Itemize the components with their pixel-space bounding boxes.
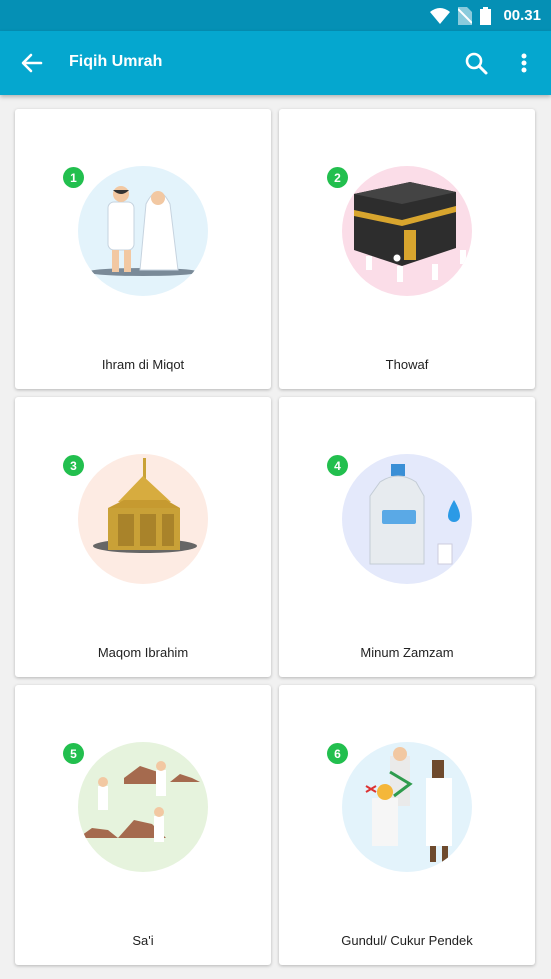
step-card-gundul[interactable]: 6 Gundul/ Cukur Pendek <box>279 685 535 965</box>
step-number-badge: 5 <box>63 743 84 764</box>
step-number-badge: 1 <box>63 167 84 188</box>
status-icons <box>430 7 491 25</box>
page-title: Fiqih Umrah <box>69 53 163 70</box>
step-number-badge: 2 <box>327 167 348 188</box>
step-number-badge: 4 <box>327 455 348 476</box>
step-number-badge: 3 <box>63 455 84 476</box>
step-label: Thowaf <box>385 357 429 372</box>
wifi-icon <box>430 8 450 24</box>
step-label: Sa'i <box>132 933 154 948</box>
more-options-button[interactable] <box>512 49 536 77</box>
search-button[interactable] <box>462 49 490 77</box>
illustration-zamzam <box>342 454 472 584</box>
search-icon <box>465 52 488 75</box>
step-card-minum-zamzam[interactable]: 4 Minum Zamzam <box>279 397 535 677</box>
status-time: 00.31 <box>503 7 541 24</box>
step-label: Maqom Ibrahim <box>97 645 189 660</box>
status-bar: 00.31 <box>0 0 551 31</box>
arrow-left-icon <box>21 53 43 73</box>
more-vert-icon <box>521 53 527 73</box>
step-card-ihram[interactable]: 1 Ihram di Miqot <box>15 109 271 389</box>
app-bar: Fiqih Umrah <box>0 31 551 95</box>
step-label: Minum Zamzam <box>360 645 454 660</box>
battery-icon <box>480 7 491 25</box>
no-sim-icon <box>458 7 472 25</box>
step-card-thowaf[interactable]: 2 Thowaf <box>279 109 535 389</box>
step-number-badge: 6 <box>327 743 348 764</box>
illustration-thowaf <box>342 166 472 296</box>
illustration-sai <box>78 742 208 872</box>
step-label: Ihram di Miqot <box>101 357 185 372</box>
illustration-gundul <box>342 742 472 872</box>
step-card-maqom-ibrahim[interactable]: 3 Maqom Ibrahim <box>15 397 271 677</box>
steps-grid: 1 Ihram di Miqot 2 Thowaf 3 Maqom Ibrahi… <box>15 109 535 965</box>
back-button[interactable] <box>18 49 46 77</box>
step-card-sai[interactable]: 5 Sa'i <box>15 685 271 965</box>
illustration-maqom <box>78 454 208 584</box>
illustration-ihram <box>78 166 208 296</box>
step-label: Gundul/ Cukur Pendek <box>341 933 473 948</box>
